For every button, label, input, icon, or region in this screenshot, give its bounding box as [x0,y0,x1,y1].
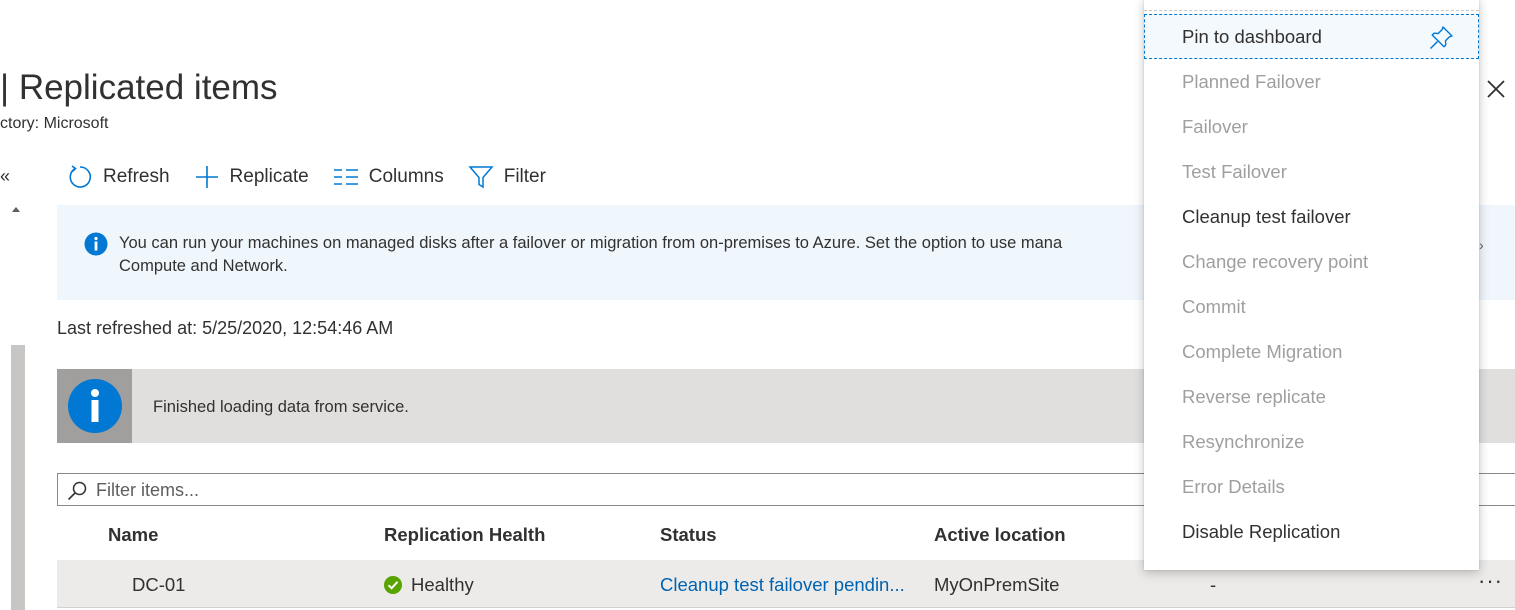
column-header-name[interactable]: Name [108,524,158,546]
filter-items-input[interactable] [94,476,1098,505]
context-menu: Pin to dashboard Planned Failover Failov… [1144,0,1479,570]
notification-text: Finished loading data from service. [153,398,409,416]
scroll-thumb[interactable] [11,345,25,610]
cell-status-link[interactable]: Cleanup test failover pendin... [660,574,905,596]
info-banner-line-2: Compute and Network. [119,257,288,275]
scroll-up-arrow-icon[interactable] [12,207,20,212]
columns-label: Columns [368,166,444,187]
menu-item-resynchronize: Resynchronize [1182,431,1305,452]
command-bar: Refresh Replicate Columns Filter [67,160,570,194]
column-header-replication-health[interactable]: Replication Health [384,524,545,546]
menu-item-label: Pin to dashboard [1182,26,1322,47]
info-icon [84,232,108,256]
filter-button[interactable]: Filter [468,164,546,190]
menu-item-failover: Failover [1182,116,1248,137]
health-label: Healthy [411,574,474,595]
collapse-sidebar-icon[interactable]: « [0,166,10,187]
menu-item-planned-failover: Planned Failover [1182,71,1321,92]
plus-icon [195,166,218,188]
menu-item-reverse-replicate: Reverse replicate [1182,386,1326,407]
cell-active-location: MyOnPremSite [934,574,1060,595]
menu-item-pin-to-dashboard[interactable]: Pin to dashboard [1144,14,1479,59]
chevron-right-icon[interactable]: › [1479,237,1484,253]
column-header-active-location[interactable]: Active location [934,524,1066,546]
replicate-button[interactable]: Replicate [194,164,309,190]
columns-icon [333,169,358,185]
pin-icon[interactable] [1428,25,1454,51]
check-circle-icon [384,576,402,594]
menu-divider [1144,10,1479,11]
filter-icon [468,166,494,189]
more-actions-icon[interactable]: ··· [1478,568,1503,594]
cell-extra: - [1210,574,1217,595]
menu-item-disable-replication[interactable]: Disable Replication [1144,509,1479,554]
menu-item-error-details: Error Details [1182,476,1285,497]
page-title: | Replicated items [0,68,278,107]
columns-button[interactable]: Columns [333,166,444,188]
cell-name[interactable]: DC-01 [132,574,185,596]
info-icon [67,379,122,433]
refresh-icon [69,165,92,188]
refresh-button[interactable]: Refresh [67,164,170,190]
search-icon [67,481,87,501]
menu-item-cleanup-test-failover[interactable]: Cleanup test failover [1144,194,1479,239]
column-header-status[interactable]: Status [660,524,717,546]
replicate-label: Replicate [229,166,309,187]
cell-replication-health: Healthy [384,574,474,596]
info-banner-text: You can run your machines on managed dis… [119,232,1219,278]
filter-label: Filter [503,166,546,187]
notification-icon-box [57,369,132,443]
menu-item-test-failover: Test Failover [1182,161,1287,182]
menu-item-commit: Commit [1182,296,1246,317]
refresh-label: Refresh [103,166,170,187]
menu-item-complete-migration: Complete Migration [1182,341,1343,362]
page-subtitle: ctory: Microsoft [0,115,109,132]
last-refreshed-text: Last refreshed at: 5/25/2020, 12:54:46 A… [57,318,394,338]
menu-item-change-recovery-point: Change recovery point [1182,251,1369,272]
info-banner-line-1: You can run your machines on managed dis… [119,234,1063,252]
close-icon[interactable] [1484,77,1508,101]
